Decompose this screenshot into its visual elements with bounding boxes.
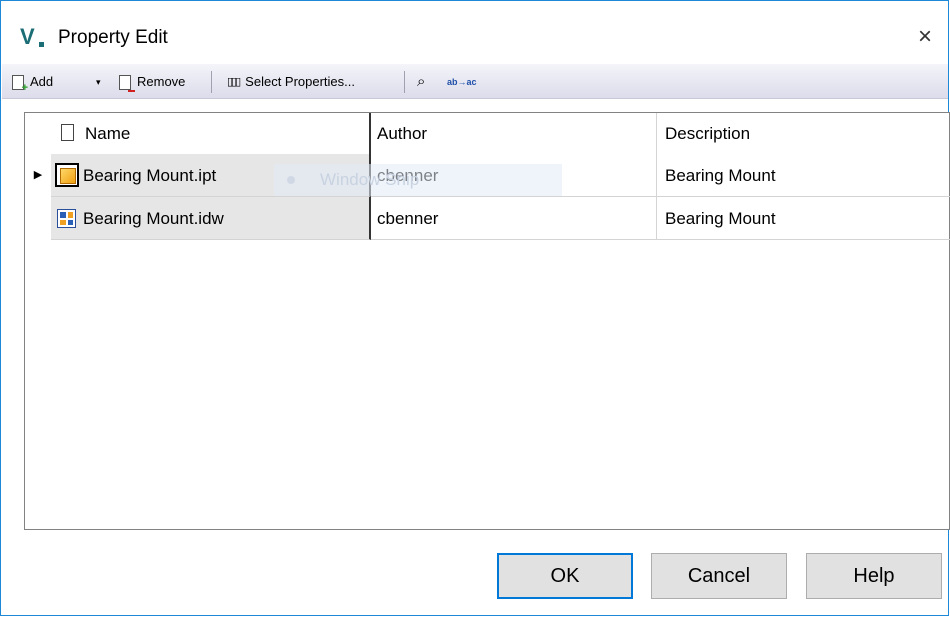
remove-button[interactable]: Remove [119,72,185,92]
find-button[interactable]: ⌕ [417,72,425,92]
window-snip-overlay: Window Snip [274,164,562,196]
replace-button[interactable]: ab→ac [447,72,477,92]
select-properties-button[interactable]: ▯▯▯ Select Properties... [227,72,355,92]
add-document-icon: + [12,74,28,93]
name-cell[interactable]: Bearing Mount.idw [51,197,371,240]
binoculars-icon: ⌕ [417,73,426,90]
row-indicator [25,197,51,240]
toolbar-divider [211,71,212,93]
description-cell[interactable]: Bearing Mount [657,197,950,240]
help-button[interactable]: Help [806,553,942,599]
chevron-down-icon: ▾ [96,77,101,87]
table-row[interactable]: Bearing Mount.idw cbenner Bearing Mount [25,197,950,240]
close-button[interactable]: × [902,15,948,59]
ok-button[interactable]: OK [497,553,633,599]
current-row-indicator-icon: ▶ [33,169,43,181]
logo-letter: V [20,24,35,49]
file-name: Bearing Mount.idw [83,209,224,228]
column-header-author[interactable]: Author [371,113,657,154]
part-icon [55,163,79,187]
title-bar[interactable]: V Property Edit × [1,1,948,63]
add-label: Add [30,74,54,89]
vault-logo-icon: V [20,24,44,49]
add-dropdown-button[interactable]: ▾ [94,72,101,92]
remove-document-icon [119,74,135,92]
drawing-icon [57,209,76,228]
remove-label: Remove [137,74,186,89]
property-edit-dialog: V Property Edit × + Add ▾ Remove ▯▯▯ Sel… [0,0,950,616]
snip-overlay-label: Window Snip [320,170,420,189]
replace-icon: ab→ac [447,77,477,87]
description-cell[interactable]: Bearing Mount [657,154,950,197]
column-header-name-label: Name [85,124,131,143]
add-button[interactable]: + Add [12,72,54,93]
column-header-name[interactable]: Name [55,113,371,154]
toolbar: + Add ▾ Remove ▯▯▯ Select Properties... … [2,64,948,99]
toolbar-divider [404,71,405,93]
snip-dot-icon [287,176,295,184]
window-title: Property Edit [58,27,168,48]
author-cell[interactable]: cbenner [371,197,657,240]
select-properties-label: Select Properties... [245,74,355,89]
column-header-description[interactable]: Description [657,113,950,154]
file-name: Bearing Mount.ipt [83,166,217,185]
document-icon [61,124,74,141]
cancel-button[interactable]: Cancel [651,553,787,599]
columns-icon: ▯▯▯ [227,76,241,88]
